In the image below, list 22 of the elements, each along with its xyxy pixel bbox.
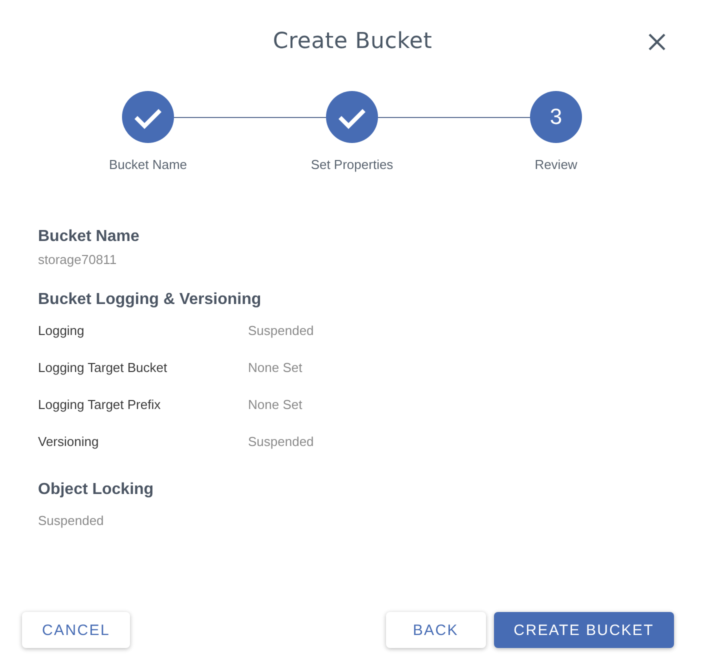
section-heading: Bucket Name — [38, 227, 140, 247]
step-label: Review — [534, 157, 578, 173]
back-button[interactable]: BACK — [386, 612, 486, 648]
property-label: Logging Target Prefix — [38, 396, 162, 412]
property-label: Versioning — [38, 434, 100, 450]
section-heading: Object Locking — [38, 480, 154, 500]
property-value: None Set — [248, 396, 302, 412]
step-label: Set Properties — [310, 157, 394, 173]
section-value: Suspended — [38, 513, 104, 529]
cancel-button[interactable]: CANCEL — [22, 612, 130, 648]
property-label: Logging — [38, 322, 86, 338]
section-value: storage70811 — [38, 252, 117, 268]
property-value: Suspended — [248, 322, 314, 338]
property-label: Logging Target Bucket — [38, 360, 168, 376]
step-number: 3 — [530, 91, 582, 143]
property-value: None Set — [248, 360, 302, 376]
section-heading: Bucket Logging & Versioning — [38, 290, 262, 310]
property-value: Suspended — [248, 434, 314, 450]
close-icon[interactable] — [648, 33, 666, 51]
create-bucket-button[interactable]: CREATE BUCKET — [494, 612, 674, 648]
step-label: Bucket Name — [108, 157, 188, 173]
dialog-title: Create Bucket — [272, 28, 432, 56]
